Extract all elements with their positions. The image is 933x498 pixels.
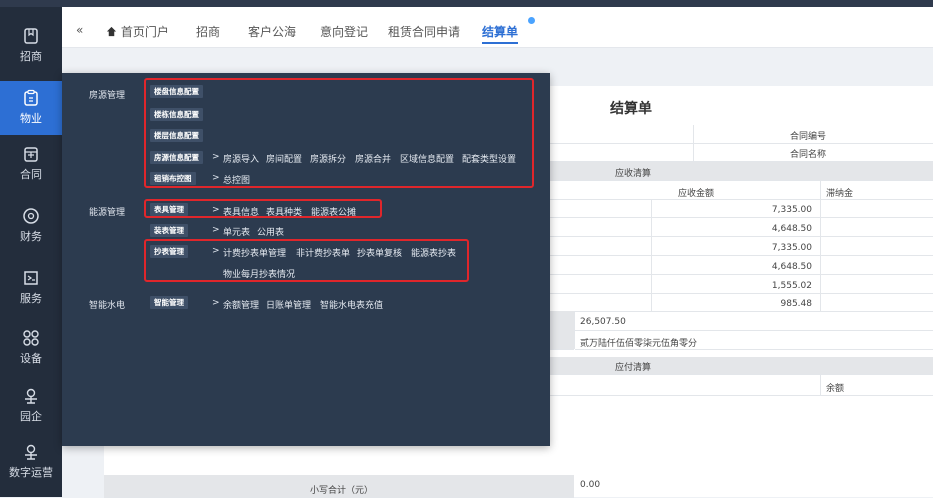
late-fee-header: 滞纳金 <box>826 189 854 199</box>
tab-lease-contract[interactable]: 租赁合同申请 <box>388 23 460 40</box>
menu-tag-smart-manage[interactable]: 智能管理 <box>150 296 188 309</box>
tab-settlement[interactable]: 结算单 <box>482 23 519 44</box>
sidebar-item-shuziyunying[interactable]: 数字运营 <box>0 443 62 480</box>
contract-no-label: 合同编号 <box>790 132 827 142</box>
top-strip <box>0 0 933 7</box>
tab-zhaoshang[interactable]: 招商 <box>196 23 220 40</box>
tab-intent-register[interactable]: 意向登记 <box>320 23 368 40</box>
amount-cell: 7,335.00 <box>771 243 812 253</box>
sidebar-item-wuye[interactable]: 物业 <box>0 81 62 135</box>
amount-cell: 7,335.00 <box>771 205 812 215</box>
menu-link-unit-meter[interactable]: 单元表 <box>223 225 250 238</box>
menu-link-balance-manage[interactable]: 余额管理 <box>223 298 259 311</box>
menu-category-smart-utility: 智能水电 <box>89 301 126 311</box>
page-title: 结算单 <box>610 101 652 117</box>
tab-bar: « 首页门户 招商 客户公海 意向登记 租赁合同申请 结算单 <box>62 7 933 48</box>
contract-name-label: 合同名称 <box>790 150 827 160</box>
payable-section-label: 应付清算 <box>615 363 652 373</box>
clipboard-icon <box>24 89 38 106</box>
sidebar-item-fuwu[interactable]: 服务 <box>0 269 62 306</box>
menu-link-smart-recharge[interactable]: 智能水电表充值 <box>320 298 383 311</box>
tab-home[interactable]: 首页门户 <box>106 23 169 40</box>
menu-category-housing: 房源管理 <box>89 91 126 101</box>
menu-link-public-meter[interactable]: 公用表 <box>257 225 284 238</box>
receivable-section-label: 应收清算 <box>615 169 652 179</box>
sidebar-item-label: 设备 <box>20 352 42 365</box>
highlight-box-meter <box>144 199 382 218</box>
tab-badge-dot <box>528 17 535 24</box>
divider <box>820 375 821 395</box>
sidebar-item-zhaoshang[interactable]: 招商 <box>0 27 62 64</box>
chevron-right-icon: > <box>212 298 220 308</box>
amount-cell: 1,555.02 <box>771 281 812 291</box>
sidebar-item-label: 财务 <box>20 230 42 243</box>
amount-cell: 4,648.50 <box>771 224 812 234</box>
person-icon <box>25 388 37 404</box>
highlight-box-housing <box>144 78 534 188</box>
amount-cell: 4,648.50 <box>771 262 812 272</box>
collapse-button[interactable]: « <box>76 23 83 37</box>
menu-category-energy: 能源管理 <box>89 208 126 218</box>
contract-icon <box>24 147 38 162</box>
subtotal-value: 0.00 <box>580 480 601 490</box>
service-icon <box>24 271 38 285</box>
sidebar-item-label: 招商 <box>20 50 42 63</box>
target-icon <box>23 208 39 224</box>
sidebar-item-label: 服务 <box>20 292 42 305</box>
amount-cell: 985.48 <box>780 299 813 309</box>
sidebar-item-shebei[interactable]: 设备 <box>0 329 62 366</box>
receivable-amount-header: 应收金额 <box>678 189 715 199</box>
grid-icon <box>23 330 39 346</box>
tab-home-label: 首页门户 <box>120 25 169 39</box>
chevron-right-icon: > <box>212 225 220 235</box>
home-icon <box>106 26 117 37</box>
subtotal-label: 小写合计（元） <box>310 486 374 496</box>
menu-tag-install-manage[interactable]: 装表管理 <box>150 224 188 237</box>
tab-customer-pool[interactable]: 客户公海 <box>248 23 296 40</box>
total-value-row <box>575 311 933 331</box>
sidebar-item-yuanqi[interactable]: 园企 <box>0 387 62 424</box>
sidebar-item-label: 合同 <box>20 168 42 181</box>
highlight-box-reading <box>144 239 469 282</box>
balance-header: 余额 <box>826 384 845 394</box>
sidebar: 招商 物业 合同 财务 服务 设备 园企 数字运营 <box>0 7 62 497</box>
menu-link-daily-bill[interactable]: 日账单管理 <box>266 298 311 311</box>
sidebar-item-label: 数字运营 <box>9 466 53 479</box>
sidebar-item-caiwu[interactable]: 财务 <box>0 207 62 244</box>
sidebar-item-hetong[interactable]: 合同 <box>0 145 62 182</box>
person-icon <box>25 444 37 460</box>
sidebar-item-label: 物业 <box>20 112 42 125</box>
total-capital: 贰万陆仟伍佰零柒元伍角零分 <box>580 339 698 349</box>
bookmark-icon <box>24 28 38 44</box>
sidebar-item-label: 园企 <box>20 410 42 423</box>
total-value: 26,507.50 <box>580 317 626 327</box>
